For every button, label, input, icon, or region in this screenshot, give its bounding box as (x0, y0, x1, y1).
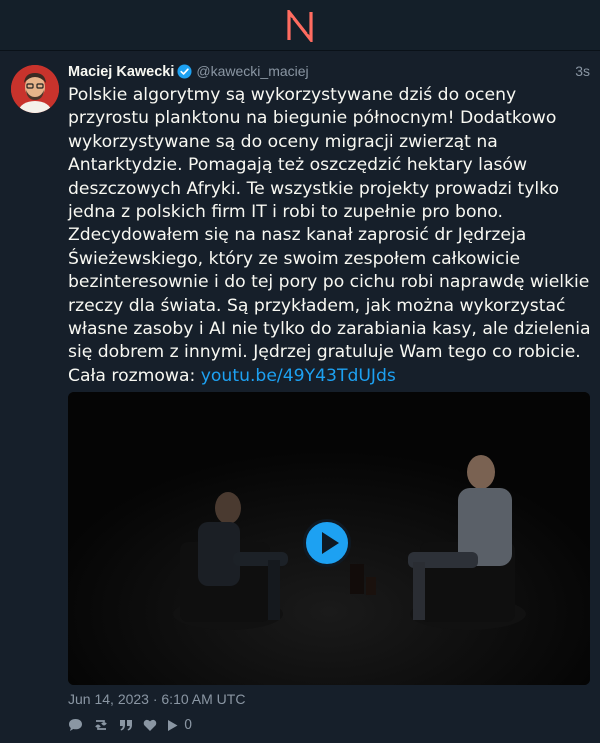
retweets-stat[interactable] (93, 718, 109, 732)
top-navbar (0, 0, 600, 51)
comment-icon (69, 719, 82, 731)
nitter-logo-icon[interactable] (286, 10, 314, 42)
tweet-text: Polskie algorytmy są wykorzystywane dziś… (68, 85, 591, 386)
views-count: 0 (184, 717, 193, 733)
tweet-date[interactable]: Jun 14, 2023 · 6:10 AM UTC (68, 689, 245, 709)
tweet-link[interactable]: youtu.be/49Y43TdUJds (201, 366, 396, 386)
verified-badge-icon (177, 64, 192, 85)
quotes-stat[interactable] (119, 718, 133, 732)
tweet-content: Polskie algorytmy są wykorzystywane dziś… (68, 84, 594, 388)
fullname[interactable]: Maciej Kawecki (68, 64, 174, 80)
quote-icon (120, 720, 132, 731)
heart-icon (143, 719, 157, 731)
play-icon (168, 719, 178, 731)
video-thumbnail[interactable] (68, 392, 590, 685)
tweet-time[interactable]: 3s (575, 61, 590, 81)
username[interactable]: @kawecki_maciej (196, 63, 308, 79)
tweet: Maciej Kawecki @kawecki_maciej 3s Polskie… (0, 51, 600, 743)
play-button[interactable] (303, 519, 351, 567)
views-stat[interactable]: 0 (167, 718, 192, 733)
tweet-header: Maciej Kawecki @kawecki_maciej 3s (68, 61, 590, 81)
tweet-stats: 0 (68, 715, 202, 735)
retweet-icon (95, 720, 107, 730)
comments-stat[interactable] (68, 718, 83, 732)
likes-stat[interactable] (143, 719, 157, 732)
avatar[interactable] (11, 65, 59, 113)
